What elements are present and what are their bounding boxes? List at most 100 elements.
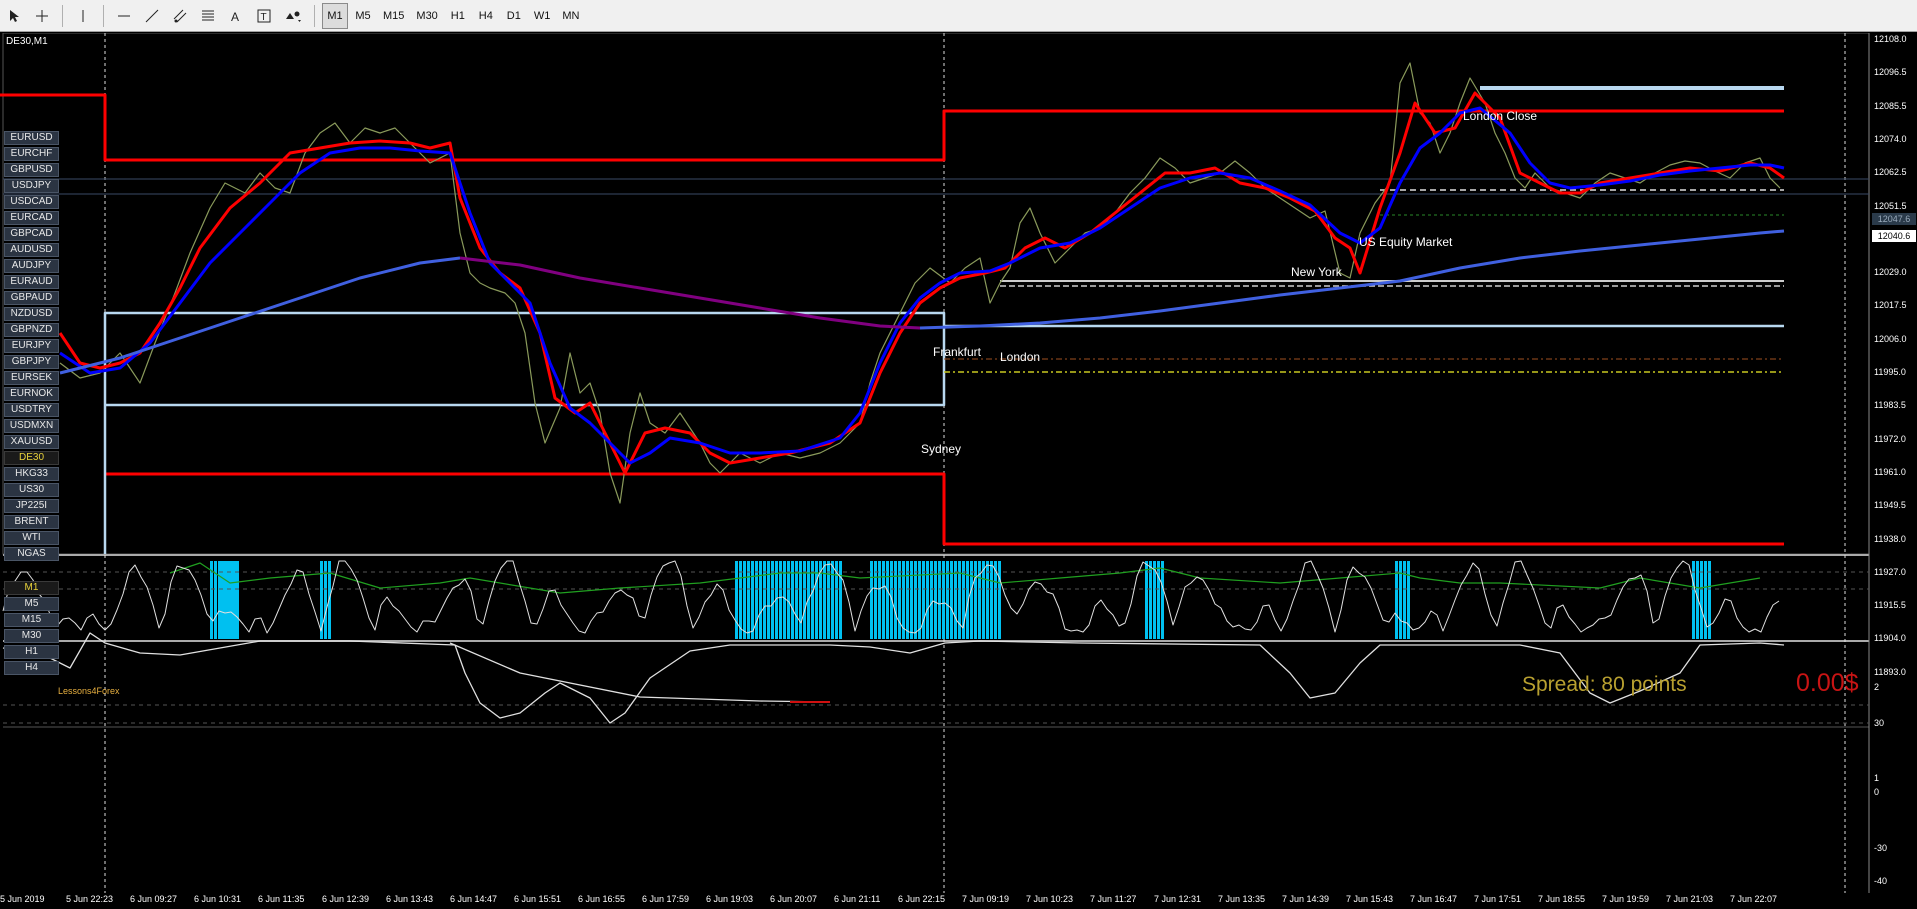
timeframe-mn[interactable]: MN [557, 3, 584, 29]
histogram-bar [882, 561, 885, 639]
price-tick: 11995.0 [1874, 367, 1906, 377]
ind2-signal-line [449, 642, 831, 703]
symbol-eurjpy[interactable]: EURJPY [4, 339, 59, 353]
profit-display: 0.00$ [1796, 669, 1859, 697]
symbol-list-gap [4, 563, 59, 581]
crosshair-icon[interactable] [29, 3, 55, 29]
histogram-bar [926, 561, 929, 639]
price-tick: 11949.5 [1874, 500, 1906, 511]
time-tick: 6 Jun 16:55 [578, 894, 626, 904]
timeframe-w1[interactable]: W1 [529, 3, 556, 29]
time-tick: 5 Jun 22:23 [66, 894, 114, 904]
symbol-jp225i[interactable]: JP225I [4, 499, 59, 513]
chart-timeframe-h4[interactable]: H4 [4, 661, 59, 675]
chart-timeframe-m1[interactable]: M1 [4, 581, 59, 595]
time-tick: 7 Jun 11:27 [1090, 894, 1137, 904]
histogram-bar [839, 561, 842, 639]
symbol-nzdusd[interactable]: NZDUSD [4, 307, 59, 321]
trendline-icon[interactable] [139, 3, 165, 29]
cursor-icon[interactable] [1, 3, 27, 29]
time-tick: 6 Jun 12:39 [322, 894, 370, 904]
histogram-bar [1407, 561, 1410, 639]
symbol-wti[interactable]: WTI [4, 531, 59, 545]
histogram-bar [930, 561, 933, 639]
timeframe-h4[interactable]: H4 [473, 3, 499, 29]
symbol-gbpcad[interactable]: GBPCAD [4, 227, 59, 241]
symbol-eurusd[interactable]: EURUSD [4, 131, 59, 145]
price-tick: 12074.0 [1874, 133, 1907, 144]
chart-timeframe-m30[interactable]: M30 [4, 629, 59, 643]
horizontal-line-icon[interactable] [111, 3, 137, 29]
fibonacci-icon[interactable] [195, 3, 221, 29]
timeframe-m15[interactable]: M15 [378, 3, 409, 29]
price-tick: 12096.5 [1874, 67, 1907, 78]
histogram-bar [1149, 561, 1152, 639]
histogram-bar [898, 561, 901, 639]
time-tick: 7 Jun 12:31 [1154, 894, 1202, 904]
histogram-bar [886, 561, 889, 639]
symbol-eurcad[interactable]: EURCAD [4, 211, 59, 225]
histogram-bar [751, 561, 754, 639]
chart-timeframe-m15[interactable]: M15 [4, 613, 59, 627]
session-high-line [0, 93, 1784, 162]
text-icon[interactable]: A [223, 3, 249, 29]
histogram-bar [771, 561, 774, 639]
symbol-usdcad[interactable]: USDCAD [4, 195, 59, 209]
chart-timeframe-m5[interactable]: M5 [4, 597, 59, 611]
histogram-bar [998, 561, 1001, 639]
vertical-line-icon[interactable] [70, 3, 96, 29]
timeframe-d1[interactable]: D1 [501, 3, 527, 29]
shapes-icon[interactable] [279, 3, 307, 29]
histogram-bar [982, 561, 985, 639]
svg-text:A: A [231, 10, 239, 23]
price-tick: 11972.0 [1874, 433, 1906, 444]
chart-window[interactable]: DE30,M1 EURUSD EURCHF GBPUSD USDJPY USDCAD EU… [0, 33, 1917, 909]
price-tick: 12017.5 [1874, 300, 1907, 311]
histogram-bar [938, 561, 941, 639]
timeframe-h1[interactable]: H1 [445, 3, 471, 29]
symbol-us30[interactable]: US30 [4, 483, 59, 497]
symbol-gbpaud[interactable]: GBPAUD [4, 291, 59, 305]
histogram-bar [759, 561, 762, 639]
current-price-tag: 12047.6 [1872, 213, 1916, 225]
time-tick: 7 Jun 18:55 [1538, 894, 1586, 904]
symbol-usdmxn[interactable]: USDMXN [4, 419, 59, 433]
price-line [59, 62, 1781, 504]
time-tick: 6 Jun 14:47 [450, 894, 498, 904]
symbol-eursek[interactable]: EURSEK [4, 371, 59, 385]
histogram-bar [234, 561, 237, 639]
ind2-tick-0: 0 [1874, 787, 1880, 797]
price-tick: 11983.5 [1874, 400, 1906, 411]
chart-timeframe-h1[interactable]: H1 [4, 645, 59, 659]
symbol-usdtry[interactable]: USDTRY [4, 403, 59, 417]
chart-canvas[interactable] [0, 33, 1917, 909]
symbol-gbpnzd[interactable]: GBPNZD [4, 323, 59, 337]
symbol-audusd[interactable]: AUDUSD [4, 243, 59, 257]
symbol-usdjpy[interactable]: USDJPY [4, 179, 59, 193]
symbol-de30[interactable]: DE30 [4, 451, 59, 465]
time-tick: 6 Jun 21:11 [834, 894, 881, 904]
symbol-list: EURUSD EURCHF GBPUSD USDJPY USDCAD EURCAD GBPC… [4, 131, 59, 677]
time-tick: 7 Jun 09:19 [962, 894, 1010, 904]
timeframe-m1[interactable]: M1 [322, 2, 348, 29]
histogram-bar [910, 561, 913, 639]
histogram-bar [767, 561, 770, 639]
symbol-eurnok[interactable]: EURNOK [4, 387, 59, 401]
price-tick: 11927.0 [1874, 566, 1906, 577]
symbol-gbpusd[interactable]: GBPUSD [4, 163, 59, 177]
symbol-hkg33[interactable]: HKG33 [4, 467, 59, 481]
timeframe-m5[interactable]: M5 [350, 3, 376, 29]
symbol-euraud[interactable]: EURAUD [4, 275, 59, 289]
equidistant-channel-icon[interactable] [167, 3, 193, 29]
histogram-bar [1403, 561, 1406, 639]
symbol-ngas[interactable]: NGAS [4, 547, 59, 561]
symbol-eurchf[interactable]: EURCHF [4, 147, 59, 161]
symbol-gbpjpy[interactable]: GBPJPY [4, 355, 59, 369]
symbol-audjpy[interactable]: AUDJPY [4, 259, 59, 273]
timeframe-m30[interactable]: M30 [411, 3, 442, 29]
symbol-xauusd[interactable]: XAUUSD [4, 435, 59, 449]
histogram-bar [974, 561, 977, 639]
ind2-tick-30: -30 [1874, 843, 1888, 853]
symbol-brent[interactable]: BRENT [4, 515, 59, 529]
text-label-icon[interactable]: T [251, 3, 277, 29]
